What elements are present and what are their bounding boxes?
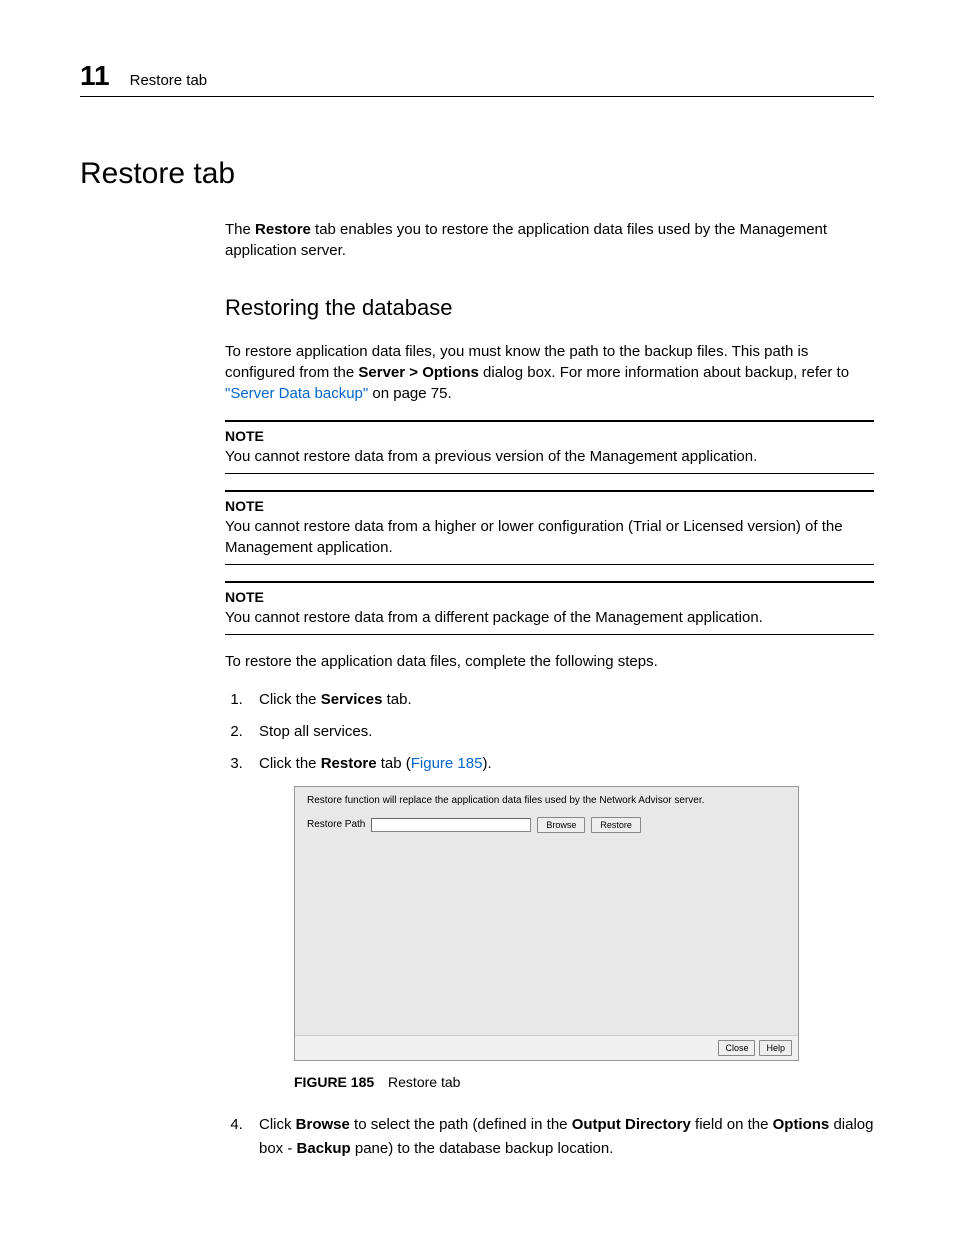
note-label: NOTE: [225, 589, 874, 605]
browse-button[interactable]: Browse: [537, 817, 585, 833]
section-intro: To restore application data files, you m…: [225, 341, 874, 404]
step-item: Click the Restore tab (Figure 185). Rest…: [247, 752, 874, 1093]
note-box: NOTE You cannot restore data from a diff…: [225, 581, 874, 635]
note-text: You cannot restore data from a different…: [225, 607, 874, 628]
chapter-number: 11: [80, 60, 110, 92]
server-data-backup-link[interactable]: "Server Data backup": [225, 385, 368, 402]
note-box: NOTE You cannot restore data from a high…: [225, 490, 874, 565]
steps-intro: To restore the application data files, c…: [225, 651, 874, 672]
close-button[interactable]: Close: [718, 1040, 755, 1056]
help-button[interactable]: Help: [759, 1040, 792, 1056]
note-label: NOTE: [225, 428, 874, 444]
step-list: Click the Services tab. Stop all service…: [225, 688, 874, 1161]
intro-paragraph: The Restore tab enables you to restore t…: [225, 219, 874, 261]
restore-button[interactable]: Restore: [591, 817, 641, 833]
page-header: 11 Restore tab: [80, 60, 874, 97]
page-title: Restore tab: [80, 157, 874, 191]
dialog-description: Restore function will replace the applic…: [307, 795, 786, 807]
restore-path-input[interactable]: [371, 818, 531, 832]
section-heading: Restoring the database: [225, 295, 874, 321]
note-label: NOTE: [225, 498, 874, 514]
restore-path-label: Restore Path: [307, 817, 365, 833]
restore-dialog-figure: Restore function will replace the applic…: [294, 786, 799, 1061]
figure-caption: FIGURE 185 Restore tab: [294, 1071, 874, 1093]
step-item: Stop all services.: [247, 720, 874, 744]
step-item: Click the Services tab.: [247, 688, 874, 712]
step-item: Click Browse to select the path (defined…: [247, 1113, 874, 1161]
note-text: You cannot restore data from a higher or…: [225, 516, 874, 558]
figure-link[interactable]: Figure 185: [411, 755, 483, 772]
note-box: NOTE You cannot restore data from a prev…: [225, 420, 874, 474]
note-text: You cannot restore data from a previous …: [225, 446, 874, 467]
running-title: Restore tab: [130, 72, 208, 89]
